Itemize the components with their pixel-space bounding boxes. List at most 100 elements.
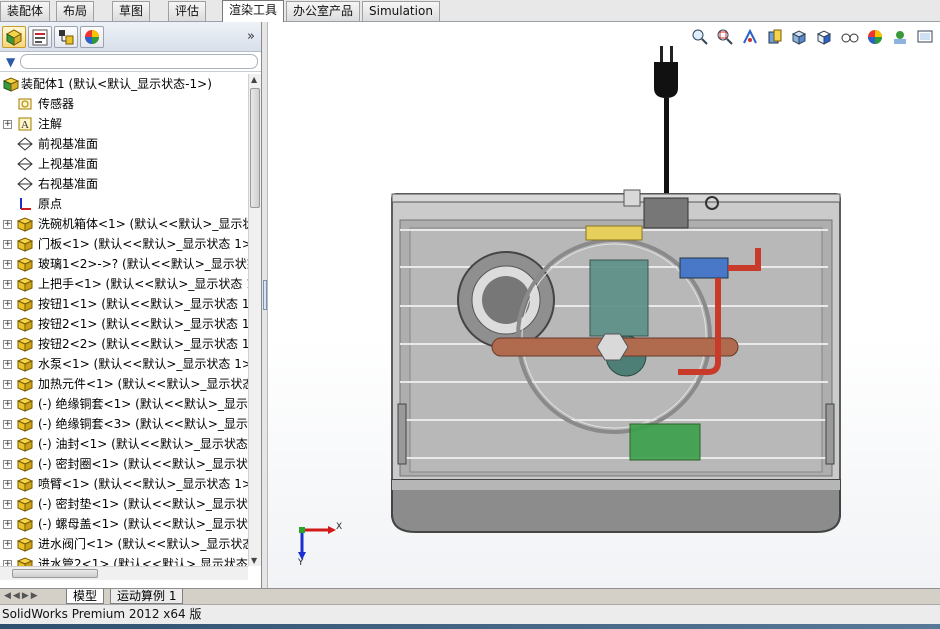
expand-plus-icon[interactable]: + [3, 540, 12, 549]
feature-manager-panel: » ▼ 装配体1 (默认<默认_显示状态-1>) 传感器 + A 注解前视基准面上视基… [0, 22, 262, 588]
tab-model[interactable]: 模型 [66, 589, 105, 604]
reference-triad: X Y [292, 518, 342, 569]
tab-assembly[interactable]: 装配体 [0, 1, 51, 21]
tree-item[interactable]: 上视基准面 [0, 154, 248, 174]
tree-item[interactable]: + 进水阀门<1> (默认<<默认>_显示状态 [0, 534, 248, 554]
tab-office-products[interactable]: 办公室产品 [286, 1, 361, 21]
feature-tree-tab[interactable] [2, 26, 26, 48]
tree-item[interactable]: + (-) 螺母盖<1> (默认<<默认>_显示状态 [0, 514, 248, 534]
power-plug-icon [654, 46, 678, 194]
tree-item-label: 注解 [38, 117, 63, 131]
expand-plus-icon[interactable]: + [3, 280, 12, 289]
tree-vertical-scrollbar[interactable]: ▲ ▼ [248, 74, 261, 566]
tree-root-assembly[interactable]: 装配体1 (默认<默认_显示状态-1>) [0, 74, 248, 94]
tab-scroll-arrows-icon[interactable]: ◀◀▶▶ [4, 591, 40, 601]
property-manager-icon [32, 29, 48, 46]
expand-plus-icon[interactable]: + [3, 420, 12, 429]
tree-filter-bar: ▼ [0, 52, 261, 72]
tree-item[interactable]: + 洗碗机箱体<1> (默认<<默认>_显示状 [0, 214, 248, 234]
sensor-icon [18, 98, 32, 110]
tab-render-tools[interactable]: 渲染工具 [222, 0, 285, 22]
display-manager-tab[interactable] [80, 26, 104, 48]
part-icon [16, 337, 34, 352]
command-manager-tabs: 装配体 布局 草图 评估 渲染工具 办公室产品 Simulation [0, 0, 940, 22]
tree-item[interactable]: + (-) 油封<1> (默认<<默认>_显示状态 1 [0, 434, 248, 454]
part-icon [16, 237, 34, 252]
tree-item[interactable]: + 喷臂<1> (默认<<默认>_显示状态 1>) [0, 474, 248, 494]
tree-item-label: 玻璃1<2>->? (默认<<默认>_显示状态 [38, 257, 248, 271]
tree-item[interactable]: + 上把手<1> (默认<<默认>_显示状态 1 [0, 274, 248, 294]
tree-root-label: 装配体1 (默认<默认_显示状态-1>) [21, 77, 212, 91]
tree-item[interactable]: + 门板<1> (默认<<默认>_显示状态 1>) [0, 234, 248, 254]
part-icon [16, 537, 34, 552]
expand-plus-icon[interactable]: + [3, 500, 12, 509]
tree-item[interactable]: + 加热元件<1> (默认<<默认>_显示状态 [0, 374, 248, 394]
tree-item[interactable]: + (-) 密封圈<1> (默认<<默认>_显示状态 [0, 454, 248, 474]
tree-item-label: 按钮1<1> (默认<<默认>_显示状态 1> [38, 297, 248, 311]
tree-item[interactable]: 前视基准面 [0, 134, 248, 154]
tab-motion-study-1[interactable]: 运动算例 1 [110, 589, 184, 604]
tree-item[interactable]: + A 注解 [0, 114, 248, 134]
tree-item-label: 右视基准面 [38, 177, 99, 191]
expand-plus-icon[interactable]: + [3, 340, 12, 349]
expand-plus-icon[interactable]: + [3, 120, 12, 129]
plane-icon [17, 137, 33, 151]
tree-item-label: (-) 螺母盖<1> (默认<<默认>_显示状态 [38, 517, 248, 531]
expand-plus-icon[interactable]: + [3, 520, 12, 529]
tree-item[interactable]: 传感器 [0, 94, 248, 114]
graphics-area[interactable]: X Y [268, 22, 940, 588]
expand-plus-icon[interactable]: + [3, 360, 12, 369]
tree-item[interactable]: + 按钮2<1> (默认<<默认>_显示状态 1> [0, 314, 248, 334]
fan-grille [457, 251, 555, 349]
tree-item[interactable]: + 水泵<1> (默认<<默认>_显示状态 1>) [0, 354, 248, 374]
part-icon [16, 377, 34, 392]
feature-manager-toolbar: » [0, 22, 261, 52]
filter-funnel-icon[interactable]: ▼ [6, 55, 15, 69]
dishwasher-model-render[interactable] [268, 22, 940, 588]
taskbar-strip [0, 624, 940, 629]
tree-item[interactable]: + 玻璃1<2>->? (默认<<默认>_显示状态 [0, 254, 248, 274]
tree-horizontal-scroll-thumb[interactable] [12, 569, 98, 578]
tree-item-label: 前视基准面 [38, 137, 99, 151]
expand-plus-icon[interactable]: + [3, 260, 12, 269]
control-board [629, 423, 701, 461]
scroll-down-icon[interactable]: ▼ [251, 556, 257, 565]
tree-horizontal-scrollbar[interactable] [0, 566, 248, 580]
tree-filter-input[interactable] [20, 54, 258, 69]
expand-plus-icon[interactable]: + [3, 380, 12, 389]
scroll-up-icon[interactable]: ▲ [251, 75, 257, 84]
tree-item[interactable]: + (-) 绝缘铜套<3> (默认<<默认>_显示状 [0, 414, 248, 434]
configuration-manager-tab[interactable] [54, 26, 78, 48]
tree-item[interactable]: 右视基准面 [0, 174, 248, 194]
svg-text:A: A [21, 119, 29, 131]
tab-evaluate[interactable]: 评估 [168, 1, 207, 21]
annotation-icon: A [18, 117, 32, 131]
expand-panel-chevron-icon[interactable]: » [247, 29, 255, 44]
part-icon [16, 477, 34, 492]
expand-plus-icon[interactable]: + [3, 400, 12, 409]
expand-plus-icon[interactable]: + [3, 300, 12, 309]
tree-item[interactable]: + (-) 绝缘铜套<1> (默认<<默认>_显示状 [0, 394, 248, 414]
expand-plus-icon[interactable]: + [3, 440, 12, 449]
splitter-grip-icon[interactable] [263, 280, 267, 310]
tree-item[interactable]: 原点 [0, 194, 248, 214]
tree-item[interactable]: + (-) 密封垫<1> (默认<<默认>_显示状态 [0, 494, 248, 514]
tab-simulation[interactable]: Simulation [362, 1, 440, 21]
property-manager-tab[interactable] [28, 26, 52, 48]
expand-plus-icon[interactable]: + [3, 240, 12, 249]
tree-item[interactable]: + 按钮1<1> (默认<<默认>_显示状态 1> [0, 294, 248, 314]
tab-sketch[interactable]: 草图 [112, 1, 151, 21]
expand-plus-icon[interactable]: + [3, 320, 12, 329]
tab-layout[interactable]: 布局 [56, 1, 95, 21]
part-icon [16, 497, 34, 512]
tree-item[interactable]: + 按钮2<2> (默认<<默认>_显示状态 1> [0, 334, 248, 354]
expand-plus-icon[interactable]: + [3, 480, 12, 489]
tree-item-label: 上把手<1> (默认<<默认>_显示状态 1 [38, 277, 248, 291]
tree-vertical-scroll-thumb[interactable] [250, 88, 260, 208]
expand-plus-icon[interactable]: + [3, 460, 12, 469]
tree-item-label: 门板<1> (默认<<默认>_显示状态 1>) [38, 237, 248, 251]
part-icon [16, 397, 34, 412]
part-icon [16, 437, 34, 452]
tree-item[interactable]: + 进水管2<1> (默认<<默认> 显示状态 [0, 554, 248, 566]
expand-plus-icon[interactable]: + [3, 220, 12, 229]
